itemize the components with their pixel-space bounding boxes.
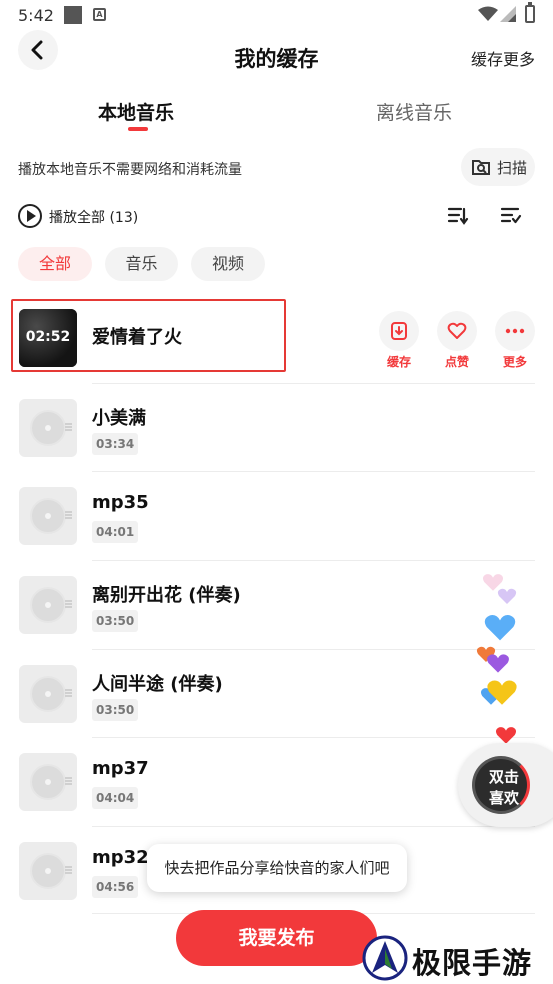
floating-heart-icon bbox=[487, 654, 509, 673]
more-icon bbox=[505, 328, 525, 334]
more-action-button[interactable] bbox=[495, 311, 535, 351]
publish-button[interactable]: 我要发布 bbox=[176, 910, 377, 966]
multi-select-icon[interactable] bbox=[500, 206, 522, 226]
like-action-label: 点赞 bbox=[444, 355, 469, 369]
wifi-icon bbox=[478, 6, 498, 21]
lines-icon bbox=[65, 689, 72, 691]
more-action-label: 更多 bbox=[502, 355, 527, 369]
battery-icon bbox=[525, 2, 535, 23]
song-duration: 04:01 bbox=[92, 521, 139, 543]
disc-icon bbox=[30, 410, 66, 446]
cache-action-button[interactable] bbox=[379, 311, 419, 351]
watermark-text: 极限手游网 bbox=[412, 946, 533, 980]
keyboard-a-icon: A bbox=[93, 8, 106, 21]
local-music-hint: 播放本地音乐不需要网络和消耗流量 bbox=[18, 162, 242, 178]
lines-icon bbox=[65, 423, 72, 425]
music-thumbnail bbox=[19, 576, 77, 634]
scan-folder-icon bbox=[472, 160, 490, 175]
song-title: 离别开出花 (伴奏) bbox=[92, 585, 241, 606]
song-title: 人间半途 (伴奏) bbox=[92, 674, 223, 695]
floating-heart-icon bbox=[487, 680, 517, 705]
watermark-logo-icon bbox=[362, 935, 408, 981]
share-tooltip: 快去把作品分享给快音的家人们吧 bbox=[147, 844, 407, 892]
song-title: 小美满 bbox=[92, 408, 146, 429]
double-tap-like-disc: 双击 喜欢 bbox=[472, 756, 530, 814]
song-title: mp37 bbox=[92, 758, 149, 779]
song-duration: 04:04 bbox=[92, 787, 139, 809]
heart-icon bbox=[447, 322, 467, 339]
disc-icon bbox=[30, 853, 66, 889]
double-tap-like-label: 双击 喜欢 bbox=[488, 768, 519, 807]
floating-heart-icon bbox=[495, 727, 517, 744]
lines-icon bbox=[65, 600, 72, 602]
play-all-label[interactable]: 播放全部 (13) bbox=[49, 207, 138, 227]
scan-label: 扫描 bbox=[497, 159, 528, 177]
music-thumbnail bbox=[19, 665, 77, 723]
music-thumbnail bbox=[19, 753, 77, 811]
play-all-icon[interactable] bbox=[18, 204, 42, 228]
song-row[interactable]: 离别开出花 (伴奏) 03:50 bbox=[0, 560, 553, 648]
tab-offline-music[interactable]: 离线音乐 bbox=[376, 98, 452, 125]
status-time: 5:42 bbox=[18, 6, 54, 25]
highlight-box bbox=[11, 299, 286, 372]
music-thumbnail bbox=[19, 399, 77, 457]
song-title: mp32 bbox=[92, 847, 149, 868]
song-title: mp35 bbox=[92, 492, 149, 513]
song-duration: 04:56 bbox=[92, 876, 139, 898]
song-row[interactable]: mp35 04:01 bbox=[0, 471, 553, 559]
song-duration: 03:50 bbox=[92, 610, 139, 632]
disc-icon bbox=[30, 676, 66, 712]
song-duration: 03:50 bbox=[92, 699, 139, 721]
disc-icon bbox=[30, 764, 66, 800]
disc-icon bbox=[30, 587, 66, 623]
scan-button[interactable]: 扫描 bbox=[461, 148, 535, 186]
lines-icon bbox=[65, 511, 72, 513]
filter-chip-all[interactable]: 全部 bbox=[18, 247, 92, 281]
notification-square-icon bbox=[64, 6, 82, 24]
filter-chip-video[interactable]: 视频 bbox=[191, 247, 265, 281]
double-tap-like-button[interactable]: 双击 喜欢 bbox=[458, 743, 553, 827]
song-duration: 03:34 bbox=[92, 433, 139, 455]
like-action-button[interactable] bbox=[437, 311, 477, 351]
song-row[interactable]: 小美满 03:34 bbox=[0, 383, 553, 471]
floating-heart-icon bbox=[484, 615, 516, 641]
download-icon bbox=[391, 322, 407, 340]
sort-icon[interactable] bbox=[447, 206, 469, 226]
lines-icon bbox=[65, 777, 72, 779]
active-tab-indicator bbox=[128, 127, 148, 131]
lines-icon bbox=[65, 866, 72, 868]
tab-local-music[interactable]: 本地音乐 bbox=[98, 98, 174, 125]
floating-heart-icon bbox=[497, 588, 517, 604]
song-row[interactable]: 人间半途 (伴奏) 03:50 bbox=[0, 649, 553, 737]
signal-icon bbox=[500, 6, 516, 22]
music-thumbnail bbox=[19, 487, 77, 545]
music-thumbnail bbox=[19, 842, 77, 900]
filter-chip-music[interactable]: 音乐 bbox=[105, 247, 178, 281]
status-bar: 5:42 A bbox=[0, 0, 553, 32]
disc-icon bbox=[30, 498, 66, 534]
cache-action-label: 缓存 bbox=[386, 355, 411, 369]
cache-more-button[interactable]: 缓存更多 bbox=[471, 46, 535, 70]
